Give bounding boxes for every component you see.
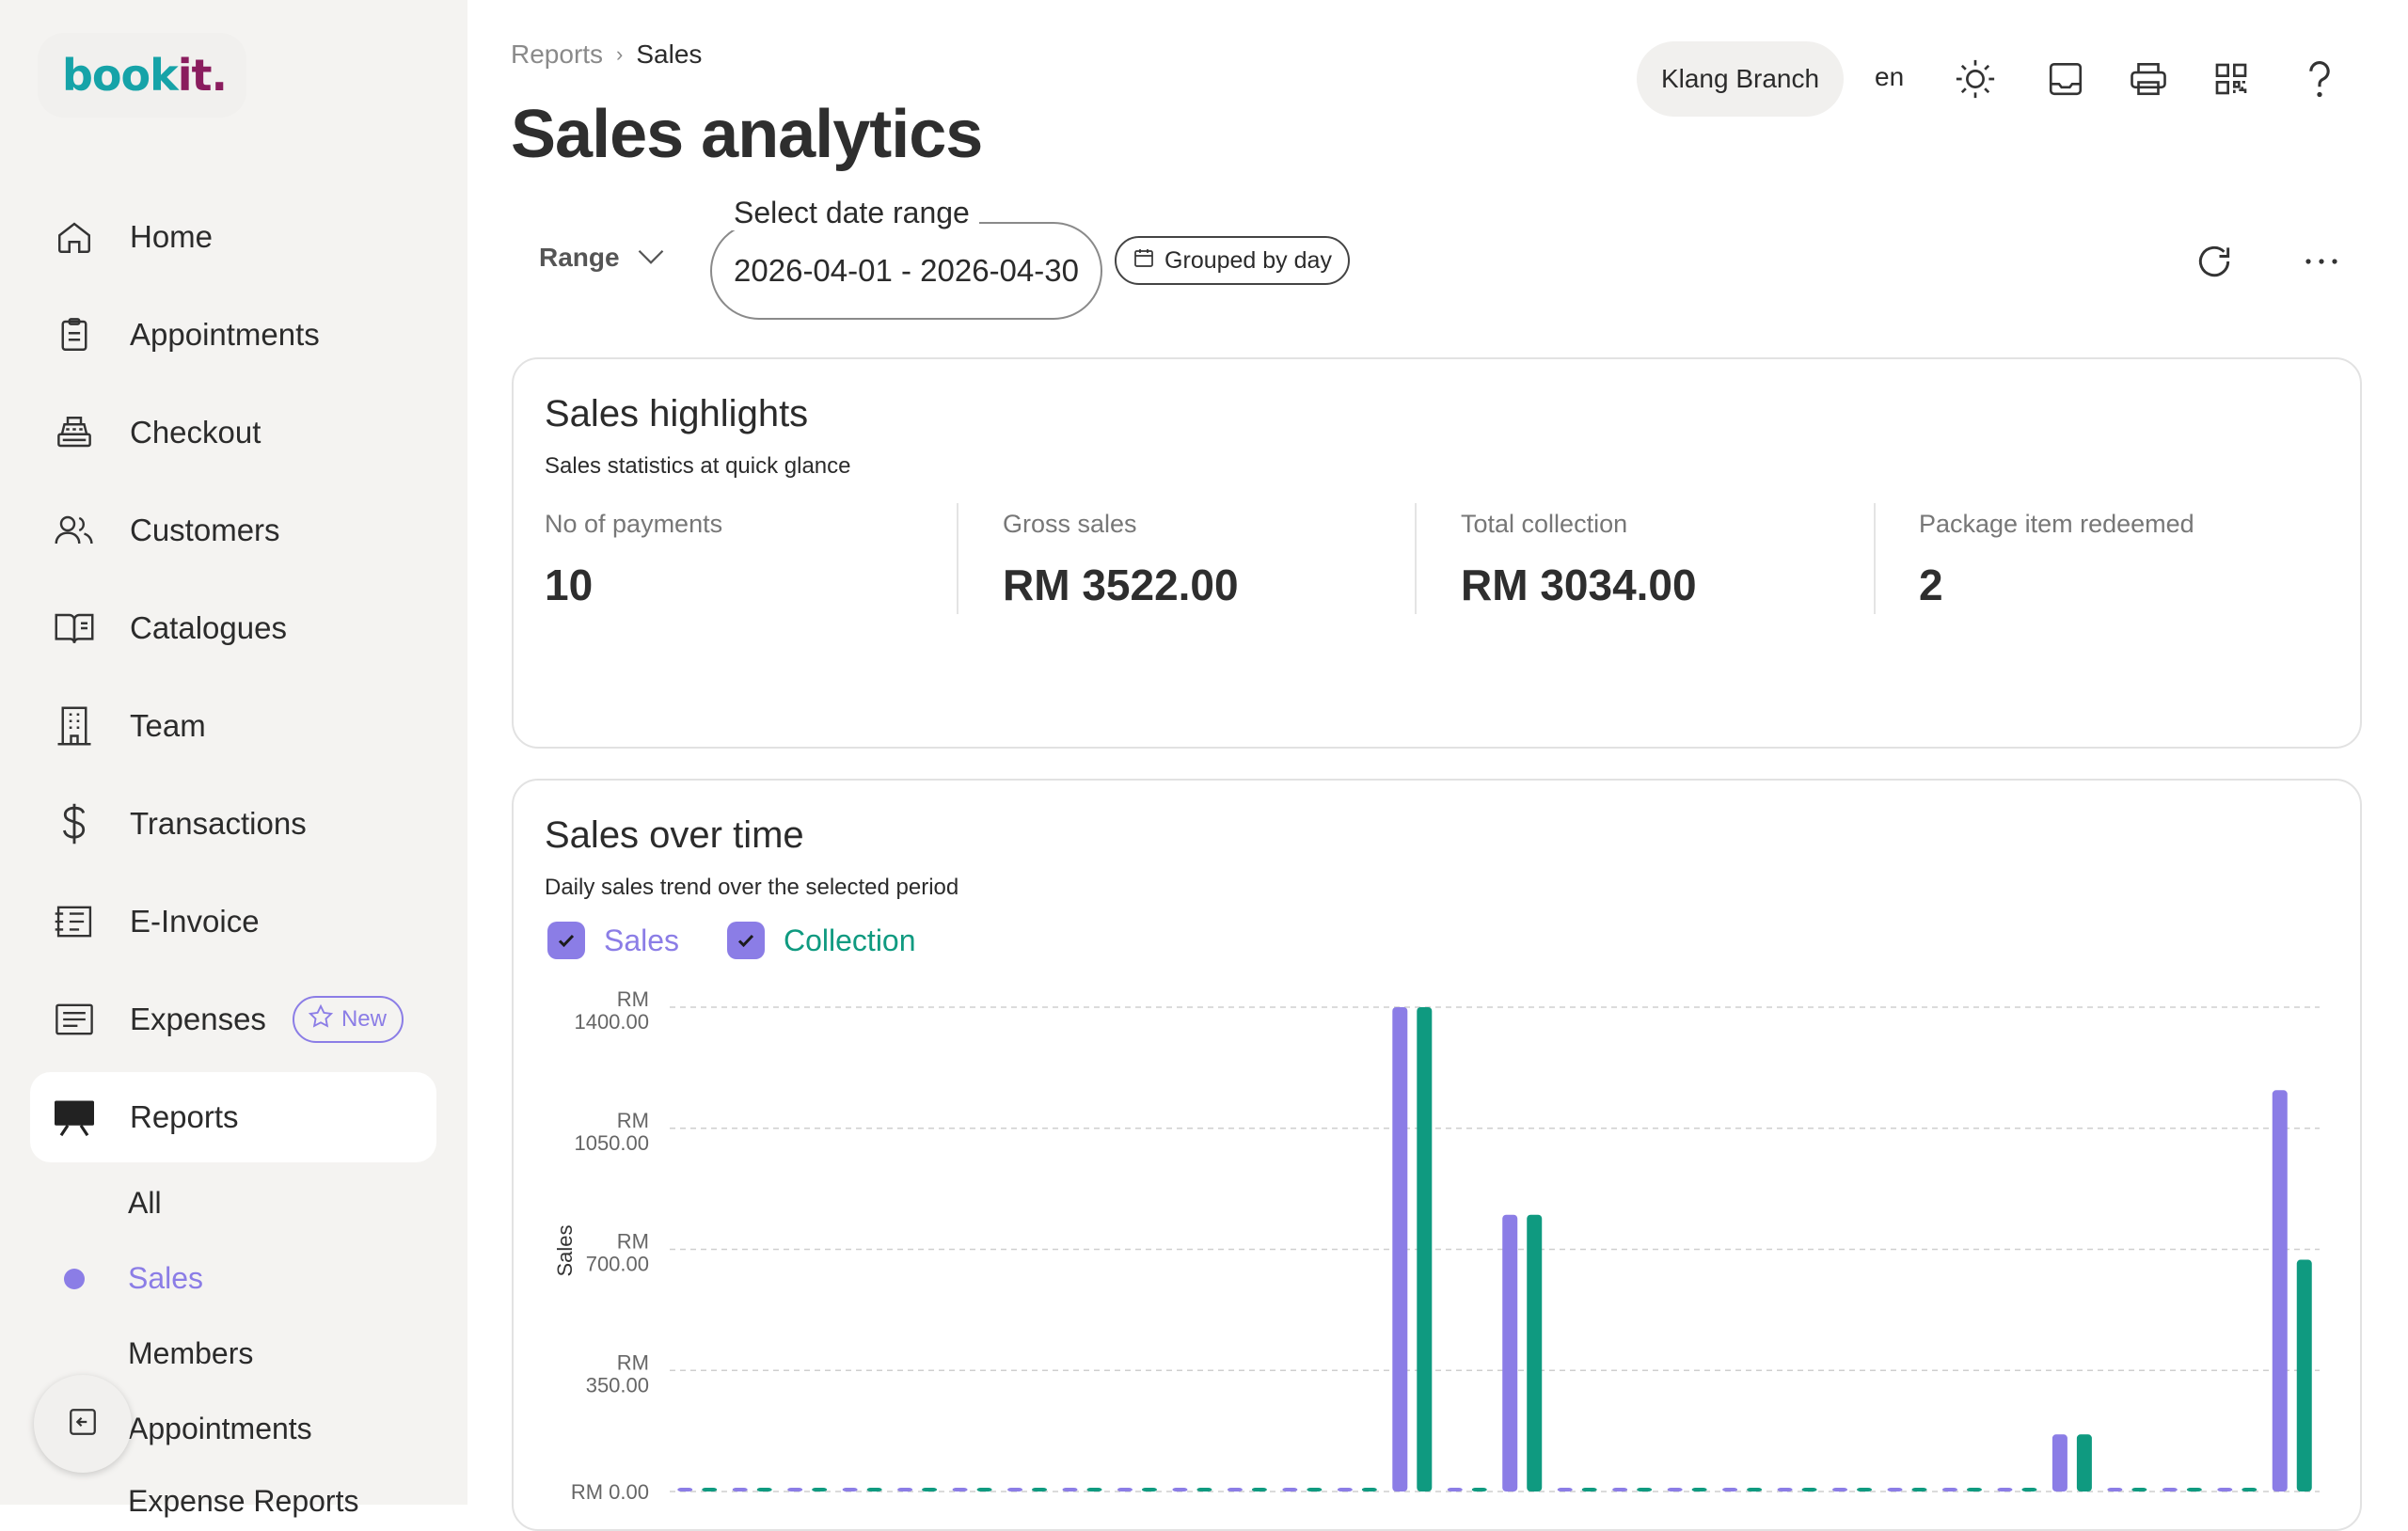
- range-dropdown[interactable]: Range: [539, 243, 665, 273]
- breadcrumb-parent-link[interactable]: Reports: [511, 39, 603, 70]
- sidebar-subitem-expense-reports[interactable]: Expense Reports: [128, 1484, 358, 1519]
- users-icon: [51, 507, 98, 554]
- star-icon: [308, 1003, 334, 1036]
- inbox-icon[interactable]: [2041, 55, 2090, 103]
- sidebar-item-catalogues[interactable]: Catalogues: [30, 583, 436, 673]
- legend-label: Collection: [784, 923, 916, 957]
- printer-icon[interactable]: [2124, 55, 2173, 103]
- sidebar-item-label: Home: [130, 219, 214, 254]
- collapse-sidebar-button[interactable]: [34, 1375, 132, 1473]
- refresh-icon[interactable]: [2190, 237, 2239, 286]
- card-title: Sales over time: [545, 814, 804, 856]
- cash-register-icon: [51, 409, 98, 456]
- date-range-input[interactable]: 2026-04-01 - 2026-04-30: [710, 222, 1102, 320]
- stat-value: RM 3034.00: [1461, 560, 1697, 609]
- sidebar-item-label: Customers: [130, 513, 280, 547]
- grouping-label: Grouped by day: [1164, 246, 1332, 274]
- stat-package-redeemed: Package item redeemed 2: [1919, 510, 2342, 610]
- sidebar-item-transactions[interactable]: Transactions: [30, 779, 436, 869]
- stat-divider: [957, 503, 958, 614]
- logo-text-secondary: it.: [177, 50, 228, 101]
- sidebar-subitem-sales[interactable]: Sales: [128, 1261, 203, 1296]
- legend-item-sales[interactable]: Sales: [547, 922, 679, 959]
- checkbox-checked-icon: [727, 922, 765, 959]
- help-icon[interactable]: [2295, 55, 2344, 103]
- stat-gross-sales: Gross sales RM 3522.00: [1003, 510, 1426, 610]
- sidebar-item-label: E-Invoice: [130, 904, 260, 939]
- stat-divider: [1415, 503, 1417, 614]
- sun-icon[interactable]: [1951, 55, 2000, 103]
- new-badge-label: New: [341, 1006, 387, 1032]
- card-title: Sales highlights: [545, 393, 809, 434]
- stat-label: Package item redeemed: [1919, 510, 2194, 538]
- page-title: Sales analytics: [511, 97, 983, 172]
- stat-label: Total collection: [1461, 510, 1628, 538]
- building-icon: [51, 702, 98, 750]
- sidebar-item-label: Team: [130, 708, 206, 743]
- book-icon: [51, 605, 98, 652]
- invoice-icon: [51, 898, 98, 945]
- sidebar-subitem-all[interactable]: All: [128, 1186, 162, 1221]
- sidebar-item-e-invoice[interactable]: E-Invoice: [30, 876, 436, 967]
- sidebar-item-checkout[interactable]: Checkout: [30, 387, 436, 478]
- legend-label: Sales: [604, 923, 680, 957]
- sidebar-item-label: Expenses: [130, 1002, 266, 1036]
- stat-label: Gross sales: [1003, 510, 1137, 538]
- breadcrumb-current: Sales: [636, 39, 703, 69]
- chevron-down-icon: [637, 243, 665, 273]
- sales-over-time-card: Sales over time Daily sales trend over t…: [512, 779, 2362, 1531]
- sidebar-item-team[interactable]: Team: [30, 681, 436, 771]
- sidebar-item-expenses[interactable]: Expenses New: [30, 974, 436, 1065]
- date-range-label: Select date range: [724, 196, 979, 230]
- sidebar-item-appointments[interactable]: Appointments: [30, 290, 436, 380]
- stat-value: RM 3522.00: [1003, 560, 1239, 609]
- stat-divider: [1874, 503, 1876, 614]
- sidebar-subitem-members[interactable]: Members: [128, 1336, 253, 1371]
- range-label: Range: [539, 243, 620, 272]
- collapse-left-icon: [67, 1406, 99, 1443]
- sidebar-item-label: Appointments: [130, 317, 320, 352]
- card-subtitle: Daily sales trend over the selected peri…: [545, 875, 959, 900]
- stat-payments: No of payments 10: [545, 510, 968, 610]
- sidebar-item-customers[interactable]: Customers: [30, 485, 436, 576]
- sidebar-item-label: Transactions: [130, 806, 307, 841]
- new-badge: New: [292, 996, 404, 1043]
- sidebar-item-label: Checkout: [130, 415, 261, 450]
- logo-text-primary: book: [62, 50, 179, 101]
- sales-highlights-card: Sales highlights Sales statistics at qui…: [512, 357, 2362, 749]
- home-icon: [51, 213, 98, 260]
- sidebar-subitem-appointments[interactable]: Appointments: [128, 1412, 312, 1446]
- grouping-chip[interactable]: Grouped by day: [1115, 236, 1350, 285]
- checkbox-checked-icon: [547, 922, 585, 959]
- calendar-icon: [1133, 246, 1155, 276]
- presentation-icon: [51, 1094, 98, 1141]
- dollar-icon: [51, 800, 98, 847]
- branch-selector[interactable]: Klang Branch: [1637, 41, 1844, 117]
- sidebar-item-label: Reports: [130, 1099, 239, 1134]
- stat-label: No of payments: [545, 510, 723, 538]
- sidebar-item-home[interactable]: Home: [30, 192, 436, 282]
- more-options-icon[interactable]: [2297, 237, 2346, 286]
- sidebar: book it. Home Appointments Checkout Custo…: [0, 0, 467, 1518]
- active-indicator-dot: [64, 1269, 85, 1289]
- bookit-logo[interactable]: book it.: [38, 33, 246, 118]
- language-selector[interactable]: en: [1875, 62, 1904, 92]
- sidebar-item-reports[interactable]: Reports: [30, 1072, 436, 1162]
- stat-total-collection: Total collection RM 3034.00: [1461, 510, 1884, 610]
- sidebar-item-label: Catalogues: [130, 610, 287, 645]
- stat-value: 10: [545, 560, 594, 609]
- stat-value: 2: [1919, 560, 1943, 609]
- clipboard-icon: [51, 311, 98, 358]
- breadcrumb: Reports › Sales: [511, 39, 702, 70]
- receipt-icon: [51, 996, 98, 1043]
- qr-code-icon[interactable]: [2207, 55, 2256, 103]
- card-subtitle: Sales statistics at quick glance: [545, 453, 851, 479]
- breadcrumb-separator: ›: [616, 42, 624, 66]
- legend-item-collection[interactable]: Collection: [727, 922, 916, 959]
